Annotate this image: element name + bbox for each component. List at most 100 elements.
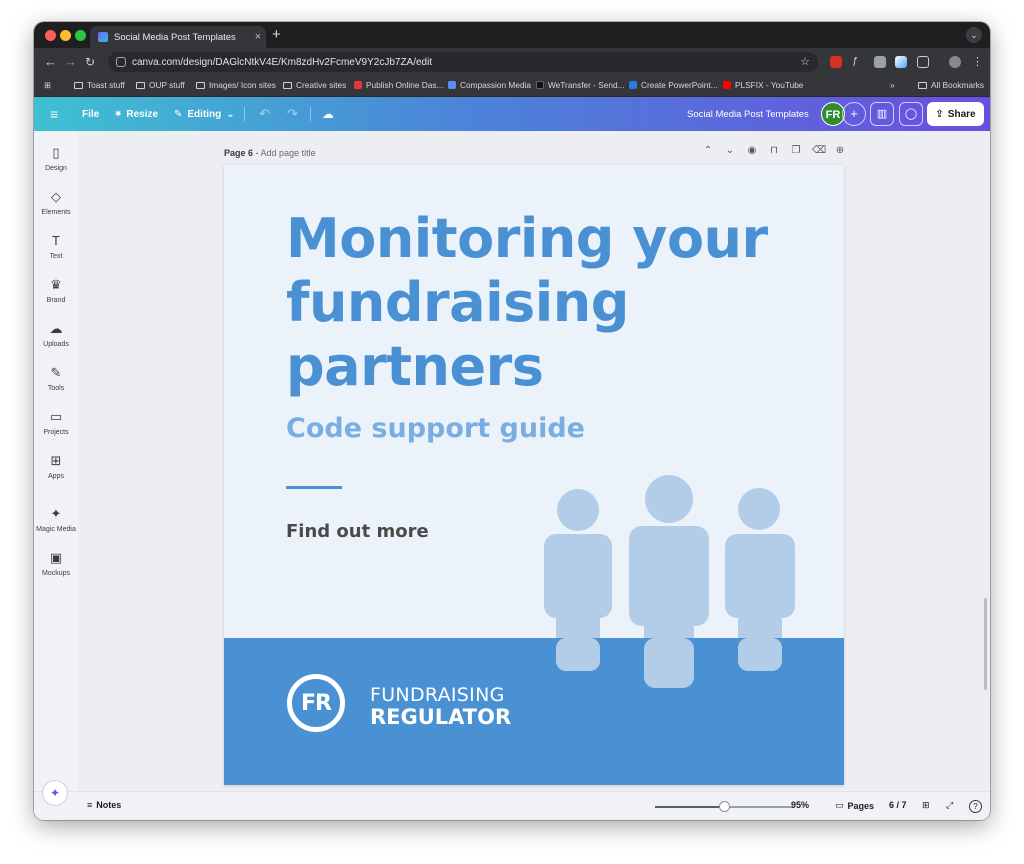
new-tab-button[interactable]: +: [272, 26, 281, 44]
undo-icon[interactable]: ↶: [259, 97, 270, 131]
move-page-down-icon[interactable]: ⌄: [724, 145, 736, 157]
color-extension-icon[interactable]: [895, 56, 907, 68]
canva-header: ≡ File ✷ Resize ✎ Editing ⌄ ↶ ↷ ☁ Social Me…: [34, 97, 990, 131]
sidebar-item-text[interactable]: T Text: [34, 233, 78, 260]
magic-assistant-sparkle-icon[interactable]: ✦: [42, 780, 68, 806]
folder-icon: [196, 81, 205, 89]
font-extension-icon[interactable]: ƒ: [852, 56, 864, 68]
share-button[interactable]: ⇪ Share: [927, 102, 984, 126]
zoom-slider-handle[interactable]: [718, 801, 730, 812]
camera-extension-icon[interactable]: [874, 56, 886, 68]
zoom-slider[interactable]: [655, 801, 793, 812]
notes-icon: ≡: [87, 800, 93, 810]
help-button[interactable]: ?: [969, 800, 982, 813]
page-counter[interactable]: 6 / 7: [889, 800, 907, 810]
folder-icon: [918, 81, 927, 89]
sidebar-item-projects[interactable]: ▭ Projects: [34, 409, 78, 436]
header-divider: [244, 107, 245, 121]
browser-tab[interactable]: Social Media Post Templates ×: [90, 26, 266, 48]
bookmark-item[interactable]: OUP stuff: [136, 80, 185, 90]
url-text[interactable]: canva.com/design/DAGlcNtkV4E/Km8zdHv2Fcm…: [132, 57, 432, 68]
extensions-puzzle-icon[interactable]: [917, 56, 929, 68]
tab-search-chevron-icon[interactable]: ⌄: [966, 27, 982, 43]
close-window-button[interactable]: [45, 30, 56, 41]
all-bookmarks[interactable]: All Bookmarks: [918, 80, 984, 90]
add-page-icon[interactable]: ⊕: [834, 145, 846, 157]
mockup-icon: ▣: [49, 550, 63, 565]
sidebar-item-uploads[interactable]: ☁ Uploads: [34, 321, 78, 348]
file-menu[interactable]: File: [82, 97, 99, 131]
maximize-window-button[interactable]: [75, 30, 86, 41]
pdf-extension-icon[interactable]: [830, 56, 842, 68]
browser-window: Social Media Post Templates × + ⌄ ← → ↻ …: [34, 22, 990, 820]
bookmark-item[interactable]: WeTransfer - Send...: [536, 80, 625, 90]
logo-wordmark-line2[interactable]: REGULATOR: [370, 706, 511, 728]
duplicate-page-icon[interactable]: ❐: [790, 145, 802, 157]
add-collaborator-plus-icon[interactable]: +: [842, 102, 866, 126]
bookmark-item[interactable]: Creative sites: [283, 80, 346, 90]
sidebar-item-elements[interactable]: ◇ Elements: [34, 189, 78, 216]
hide-page-eye-icon[interactable]: ◉: [746, 145, 758, 157]
magic-sparkle-icon: ✦: [50, 506, 62, 521]
move-page-up-icon[interactable]: ⌃: [702, 145, 714, 157]
bookmark-item[interactable]: Create PowerPoint...: [629, 80, 718, 90]
redo-icon[interactable]: ↷: [287, 97, 298, 131]
apps-grid-icon[interactable]: ⊞: [44, 80, 51, 90]
design-canvas[interactable]: Monitoring your fundraising partners Cod…: [224, 165, 844, 785]
logo-wordmark-line1[interactable]: FUNDRAISING: [370, 685, 505, 705]
page-number: Page 6: [224, 148, 254, 158]
site-info-icon[interactable]: [116, 57, 126, 67]
reload-icon[interactable]: ↻: [85, 54, 95, 70]
insights-chart-icon[interactable]: ▥: [870, 102, 894, 126]
design-title[interactable]: Social Media Post Templates: [687, 97, 809, 131]
notes-button[interactable]: ≡ Notes: [87, 800, 121, 810]
cloud-saved-icon[interactable]: ☁: [322, 97, 334, 131]
vertical-scrollbar[interactable]: [984, 598, 987, 690]
sidebar-item-brand[interactable]: ♛ Brand: [34, 277, 78, 304]
canva-favicon-icon: [98, 32, 108, 42]
comment-bubble-icon[interactable]: ◯: [899, 102, 923, 126]
page-title-placeholder[interactable]: Add page title: [261, 148, 316, 158]
page-title-label[interactable]: Page 6 - Add page title: [224, 148, 316, 158]
person-figure-right-feet: [738, 638, 782, 671]
profile-avatar-icon[interactable]: [949, 56, 961, 68]
tab-close-icon[interactable]: ×: [250, 31, 266, 43]
address-bar[interactable]: canva.com/design/DAGlcNtkV4E/Km8zdHv2Fcm…: [108, 52, 818, 72]
fullscreen-expand-icon[interactable]: ⤢: [946, 800, 953, 811]
lock-icon[interactable]: ⊓: [768, 145, 780, 157]
youtube-icon: [723, 81, 731, 89]
resize-button[interactable]: ✷ Resize: [114, 97, 158, 131]
sidebar-item-apps[interactable]: ⊞ Apps: [34, 453, 78, 480]
text-icon: T: [52, 233, 60, 248]
forward-arrow-icon[interactable]: →: [64, 54, 77, 70]
resize-sparkle-icon: ✷: [114, 108, 123, 120]
kebab-menu-icon[interactable]: ⋮: [972, 54, 983, 70]
bookmark-item[interactable]: Images/ Icon sites: [196, 80, 276, 90]
grid-view-icon[interactable]: ⊞: [922, 800, 930, 811]
bookmarks-overflow-chevron-icon[interactable]: »: [890, 80, 895, 90]
bookmark-item[interactable]: PLSFIX - YouTube: [723, 80, 803, 90]
main-menu-icon[interactable]: ≡: [50, 97, 58, 131]
pages-button[interactable]: ▭ Pages: [835, 800, 874, 811]
sidebar-item-tools[interactable]: ✎ Tools: [34, 365, 78, 392]
bookmark-star-icon[interactable]: ☆: [800, 55, 810, 68]
bookmark-item[interactable]: Compassion Media: [448, 80, 531, 90]
bookmark-item[interactable]: Toast stuff: [74, 80, 125, 90]
sidebar-item-mockups[interactable]: ▣ Mockups: [34, 550, 78, 577]
folder-icon: [136, 81, 145, 89]
minimize-window-button[interactable]: [60, 30, 71, 41]
fundraising-regulator-logo-mark[interactable]: FR: [287, 674, 345, 732]
back-arrow-icon[interactable]: ←: [44, 54, 57, 70]
layout-icon: ▯: [52, 145, 60, 160]
zoom-level[interactable]: 95%: [791, 800, 809, 810]
delete-trash-icon[interactable]: ⌫: [812, 145, 826, 157]
editing-mode-dropdown[interactable]: ✎ Editing ⌄: [174, 97, 235, 131]
site-icon: [448, 81, 456, 89]
bookmark-item[interactable]: Publish Online Das...: [354, 80, 443, 90]
canva-sidebar: ▯ Design ◇ Elements T Text ♛ Brand ☁ Uploads …: [34, 131, 78, 820]
pencil-icon: ✎: [174, 108, 183, 120]
shapes-icon: ◇: [51, 189, 61, 204]
sidebar-item-design[interactable]: ▯ Design: [34, 145, 78, 172]
sidebar-item-magic-media[interactable]: ✦ Magic Media: [34, 506, 78, 533]
upload-share-icon: ⇪: [935, 108, 944, 120]
